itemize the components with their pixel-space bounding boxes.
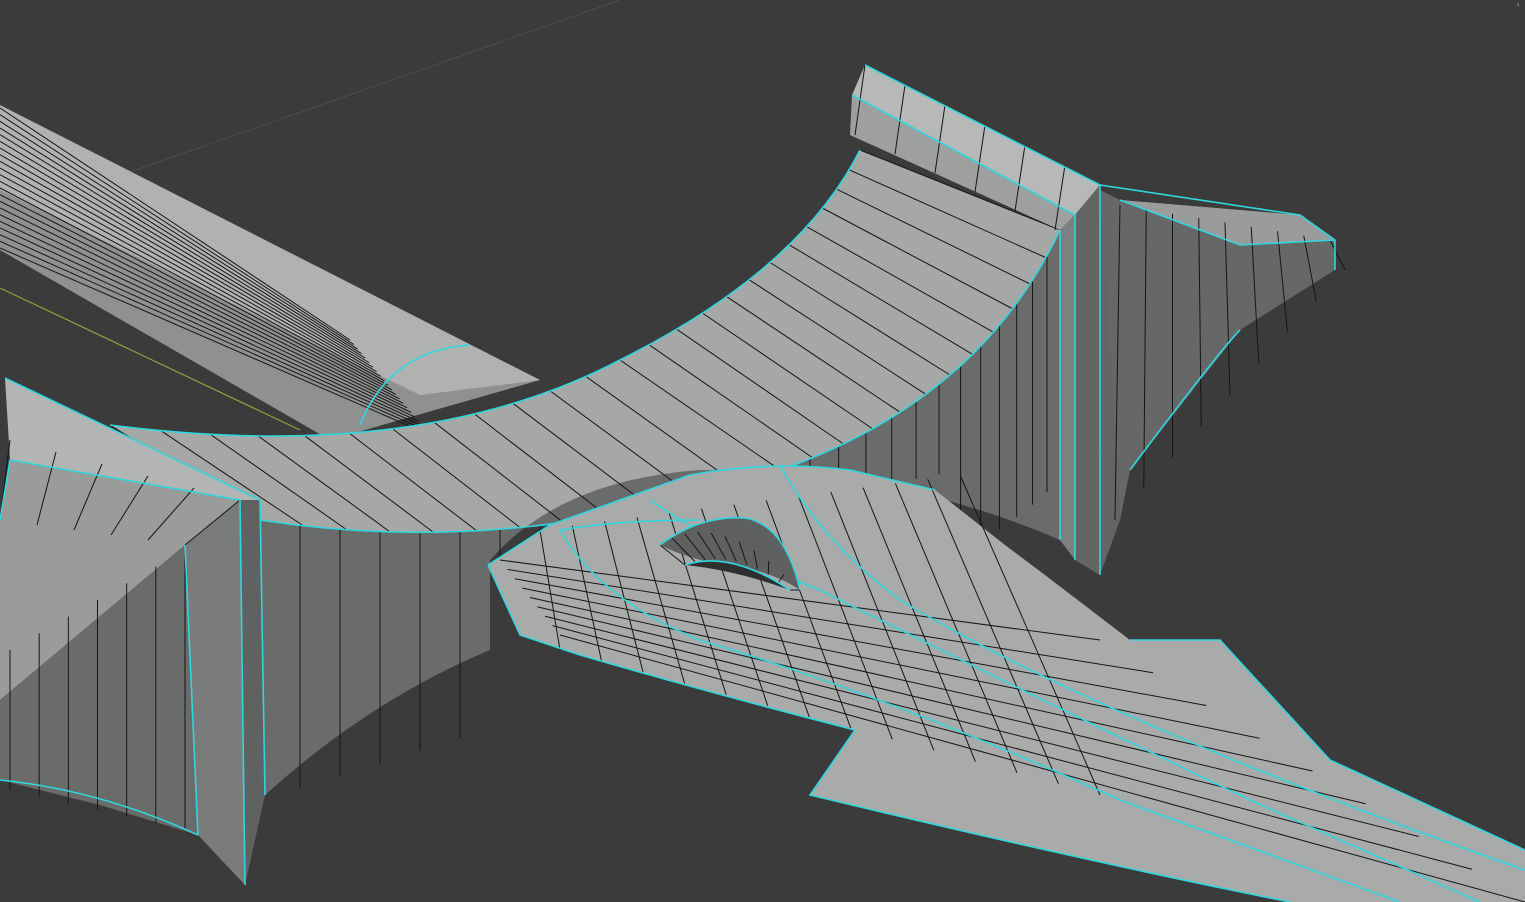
chevron-left-icon[interactable]: ‹ (1513, 0, 1523, 10)
mesh-edge (767, 560, 770, 575)
sword-blade[interactable] (487, 464, 1525, 902)
mesh-scene[interactable] (0, 0, 1525, 902)
sword-grip[interactable] (0, 105, 540, 440)
3d-viewport[interactable]: ‹ (0, 0, 1525, 902)
grid-line (129, 0, 621, 173)
